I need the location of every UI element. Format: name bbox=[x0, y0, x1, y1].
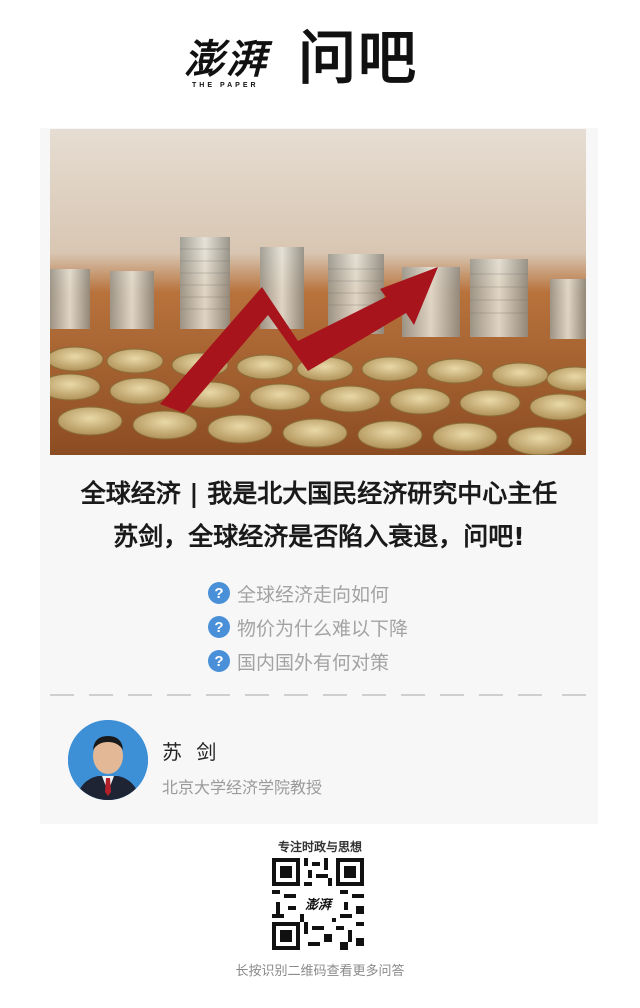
pengpai-logo: 澎湃 THE PAPER bbox=[184, 38, 280, 90]
topic-title: 全球经济 | 我是北大国民经济研究中心主任 苏剑，全球经济是否陷入衰退，问吧! bbox=[40, 472, 598, 558]
product-logo: 问吧 bbox=[298, 24, 419, 92]
list-item: ? 全球经济走向如何 bbox=[208, 576, 408, 610]
question-icon: ? bbox=[208, 616, 230, 638]
qr-caption: 专注时政与思想 bbox=[277, 840, 362, 854]
scan-hint: 长按识别二维码查看更多问答 bbox=[235, 964, 405, 979]
qr-center-logo: 澎湃 bbox=[302, 892, 334, 914]
question-icon: ? bbox=[208, 650, 230, 672]
expert-title: 北京大学经济学院教授 bbox=[162, 778, 323, 797]
topic-title-line-1: 全球经济 | 我是北大国民经济研究中心主任 bbox=[80, 479, 558, 508]
topic-title-line-2: 苏剑，全球经济是否陷入衰退，问吧! bbox=[113, 522, 525, 551]
qr-code[interactable]: 澎湃 bbox=[272, 858, 364, 950]
logo-cn: 澎湃 bbox=[184, 36, 268, 83]
expert-name: 苏 剑 bbox=[162, 740, 221, 764]
hero-image bbox=[50, 129, 586, 455]
list-item: ? 国内国外有何对策 bbox=[208, 644, 408, 678]
dashed-divider bbox=[50, 694, 586, 698]
avatar bbox=[68, 720, 148, 800]
question-list: ? 全球经济走向如何 ? 物价为什么难以下降 ? 国内国外有何对策 bbox=[208, 576, 408, 678]
question-text: 国内国外有何对策 bbox=[237, 651, 390, 674]
logo-en: THE PAPER bbox=[192, 82, 259, 89]
question-text: 物价为什么难以下降 bbox=[237, 617, 409, 640]
question-icon: ? bbox=[208, 582, 230, 604]
question-text: 全球经济走向如何 bbox=[237, 583, 390, 606]
header: 澎湃 THE PAPER 问吧 bbox=[0, 0, 640, 128]
list-item: ? 物价为什么难以下降 bbox=[208, 610, 408, 644]
